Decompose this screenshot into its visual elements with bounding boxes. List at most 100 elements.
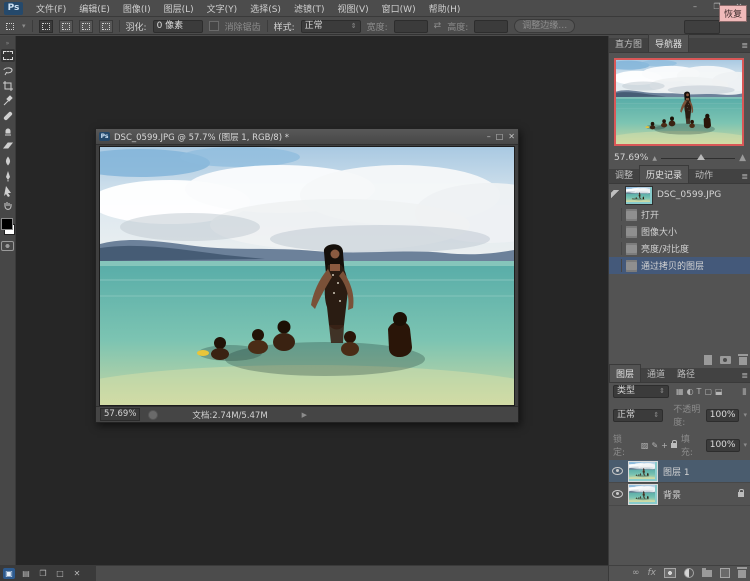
minibar-maximize-icon[interactable]: □ [54, 568, 66, 579]
new-group-folder-icon[interactable] [702, 570, 712, 577]
height-input[interactable] [474, 20, 508, 33]
menu-type[interactable]: 文字(Y) [207, 2, 238, 15]
lock-pixels-icon[interactable]: ✎ [651, 441, 658, 450]
visibility-eye-icon[interactable] [612, 467, 623, 475]
eraser-tool[interactable] [1, 139, 15, 152]
fill-dropdown-icon[interactable]: ▾ [744, 441, 748, 449]
doc-minimize-button[interactable]: – [487, 132, 491, 141]
lock-all-icon[interactable] [671, 443, 677, 448]
new-selection-mode-button[interactable] [39, 20, 53, 33]
history-brush-source-icon[interactable] [611, 190, 621, 200]
blur-tool[interactable] [1, 154, 15, 167]
menu-window[interactable]: 窗口(W) [382, 2, 416, 15]
tab-layers[interactable]: 图层 [609, 364, 641, 382]
minimize-button[interactable]: – [687, 2, 703, 11]
doc-close-button[interactable]: ✕ [508, 132, 515, 141]
history-step-layer-via-copy[interactable]: 通过拷贝的图层 [609, 257, 750, 274]
new-document-from-state-icon[interactable] [704, 355, 712, 365]
layer-name[interactable]: 图层 1 [663, 465, 690, 478]
fill-input[interactable]: 100% [706, 439, 740, 452]
filter-kind-select[interactable]: 类型⇕ [613, 385, 669, 398]
intersect-selection-mode-button[interactable] [99, 20, 113, 33]
workspace-switcher-button[interactable] [684, 20, 720, 34]
new-snapshot-camera-icon[interactable] [720, 356, 731, 364]
filter-adjustment-layers-icon[interactable]: ◐ [687, 387, 694, 396]
zoom-in-mountain-icon[interactable]: ▲ [739, 153, 746, 163]
navigator-zoom-input[interactable]: 57.69% [614, 153, 648, 163]
layer-effects-fx-icon[interactable]: fx [648, 568, 657, 578]
filter-shape-layers-icon[interactable]: ▢ [704, 387, 712, 396]
menu-file[interactable]: 文件(F) [36, 2, 66, 15]
zoom-slider-thumb[interactable] [697, 154, 705, 160]
layer-thumbnail[interactable] [628, 484, 658, 505]
minibar-list-icon[interactable]: ▤ [20, 568, 32, 579]
menu-layer[interactable]: 图层(L) [164, 2, 194, 15]
refine-edge-button[interactable]: 调整边缘… [514, 19, 575, 33]
tool-preset-icon[interactable] [4, 21, 16, 32]
menu-edit[interactable]: 编辑(E) [79, 2, 110, 15]
panel-menu-icon[interactable]: ≣ [741, 371, 748, 380]
menu-help[interactable]: 帮助(H) [429, 2, 461, 15]
menu-filter[interactable]: 滤镜(T) [294, 2, 325, 15]
minimized-doc-icon[interactable]: ▣ [3, 568, 15, 579]
path-selection-tool[interactable] [1, 184, 15, 197]
quick-mask-button[interactable] [1, 241, 14, 251]
filter-type-layers-icon[interactable]: T [697, 387, 702, 396]
rectangular-marquee-tool[interactable] [1, 49, 15, 62]
eyedropper-tool[interactable] [1, 94, 15, 107]
history-source-well[interactable] [611, 259, 622, 272]
lasso-tool[interactable] [1, 64, 15, 77]
document-canvas[interactable] [99, 146, 515, 406]
tab-channels[interactable]: 通道 [641, 365, 671, 382]
lock-transparency-icon[interactable]: ▨ [641, 441, 649, 450]
layer-row-background[interactable]: 背景 [609, 483, 750, 506]
status-zoom-input[interactable]: 57.69% [100, 408, 140, 421]
add-layer-mask-icon[interactable] [664, 568, 676, 578]
tab-navigator[interactable]: 导航器 [648, 34, 689, 52]
zoom-out-mountain-icon[interactable]: ▲ [652, 155, 657, 162]
tab-history[interactable]: 历史记录 [639, 165, 689, 183]
status-flyout-arrow-icon[interactable]: ▶ [302, 411, 307, 419]
tab-histogram[interactable]: 直方图 [609, 35, 648, 52]
healing-brush-tool[interactable] [1, 109, 15, 122]
blend-mode-select[interactable]: 正常⇕ [613, 409, 663, 422]
width-input[interactable] [394, 20, 428, 33]
pen-tool[interactable] [1, 169, 15, 182]
history-source-well[interactable] [611, 242, 622, 255]
delete-layer-trash-icon[interactable] [738, 570, 746, 578]
filter-pixel-layers-icon[interactable]: ▦ [676, 387, 684, 396]
filter-toggle-switch[interactable]: ▮ [742, 387, 747, 397]
panel-menu-icon[interactable]: ≣ [741, 172, 748, 181]
tab-paths[interactable]: 路径 [671, 365, 701, 382]
menu-image[interactable]: 图像(I) [123, 2, 151, 15]
history-source-well[interactable] [611, 208, 622, 221]
hand-tool[interactable] [1, 199, 15, 212]
delete-state-trash-icon[interactable] [739, 357, 747, 365]
doc-maximize-button[interactable]: □ [496, 132, 504, 141]
clone-stamp-tool[interactable] [1, 124, 15, 137]
new-layer-icon[interactable] [720, 568, 730, 578]
zoom-slider[interactable] [661, 158, 735, 159]
history-source-well[interactable] [611, 225, 622, 238]
adjustment-layer-icon[interactable] [684, 568, 694, 578]
minibar-close-icon[interactable]: ✕ [71, 568, 83, 579]
foreground-color-swatch[interactable] [1, 218, 13, 230]
filter-smart-objects-icon[interactable]: ⬓ [715, 387, 723, 396]
minibar-restore-icon[interactable]: ❐ [37, 568, 49, 579]
menu-select[interactable]: 选择(S) [250, 2, 281, 15]
add-selection-mode-button[interactable] [59, 20, 73, 33]
history-step-brightness-contrast[interactable]: 亮度/对比度 [609, 240, 750, 257]
layer-thumbnail[interactable] [628, 461, 658, 482]
panel-menu-icon[interactable]: ≣ [741, 41, 748, 50]
history-snapshot-row[interactable]: DSC_0599.JPG [609, 184, 750, 206]
lock-position-icon[interactable]: + [661, 441, 668, 450]
tab-adjustments[interactable]: 调整 [609, 166, 639, 183]
tool-preset-arrow-icon[interactable]: ▾ [22, 22, 26, 30]
crop-tool[interactable] [1, 79, 15, 92]
document-title-bar[interactable]: Ps DSC_0599.JPG @ 57.7% (图层 1, RGB/8) * … [96, 129, 518, 145]
visibility-eye-icon[interactable] [612, 490, 623, 498]
antialias-checkbox[interactable] [209, 21, 219, 31]
history-step-open[interactable]: 打开 [609, 206, 750, 223]
panel-collapse-icon[interactable]: » [6, 40, 10, 47]
menu-view[interactable]: 视图(V) [337, 2, 368, 15]
